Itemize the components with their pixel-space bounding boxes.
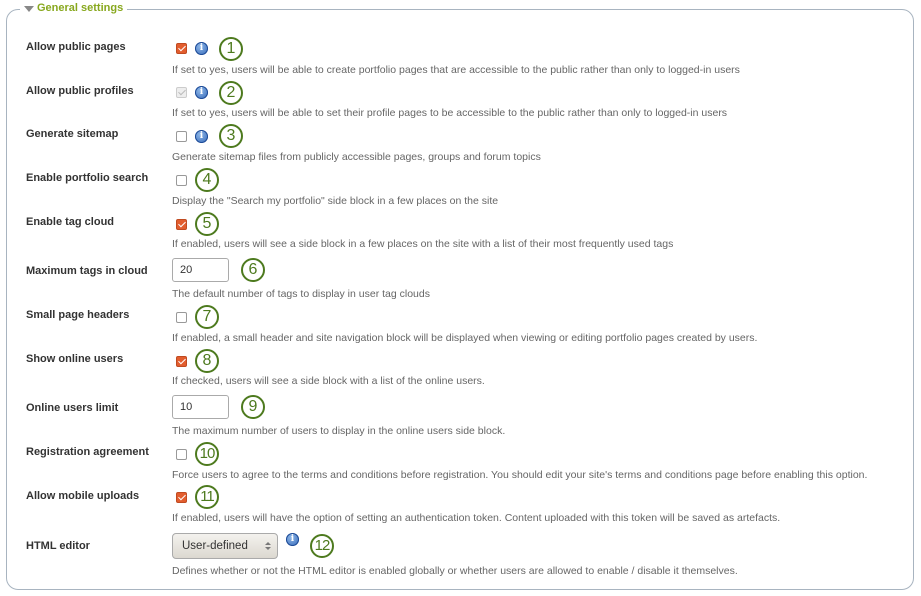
setting-checkbox[interactable] xyxy=(176,43,187,54)
setting-description: The maximum number of users to display i… xyxy=(172,425,506,437)
setting-label: Enable tag cloud xyxy=(26,216,115,228)
callout-number: 4 xyxy=(195,168,219,192)
setting-description: If set to yes, users will be able to cre… xyxy=(172,64,740,76)
setting-checkbox[interactable] xyxy=(176,175,187,186)
setting-label: Registration agreement xyxy=(26,446,149,458)
setting-checkbox[interactable] xyxy=(176,312,187,323)
callout-number: 10 xyxy=(195,442,219,466)
html-editor-select[interactable]: User-defined xyxy=(172,533,278,559)
setting-label: Enable portfolio search xyxy=(26,172,149,184)
setting-description: Force users to agree to the terms and co… xyxy=(172,469,868,481)
setting-label: Generate sitemap xyxy=(26,128,119,140)
triangle-down-icon xyxy=(24,5,34,12)
section-title: General settings xyxy=(37,2,124,14)
setting-description: If enabled, users will see a side block … xyxy=(172,238,674,250)
callout-number: 7 xyxy=(195,305,219,329)
setting-description: If enabled, users will have the option o… xyxy=(172,512,781,524)
setting-label: Show online users xyxy=(26,353,124,365)
setting-text-input[interactable] xyxy=(172,258,229,282)
callout-number: 1 xyxy=(219,37,243,61)
setting-label: Online users limit xyxy=(26,402,119,414)
callout-number: 12 xyxy=(310,534,334,558)
callout-number: 5 xyxy=(195,212,219,236)
setting-description: Generate sitemap files from publicly acc… xyxy=(172,151,541,163)
info-icon[interactable]: i xyxy=(195,86,208,99)
info-icon[interactable]: i xyxy=(195,130,208,143)
select-value: User-defined xyxy=(182,540,248,552)
setting-checkbox[interactable] xyxy=(176,219,187,230)
info-icon[interactable]: i xyxy=(195,42,208,55)
callout-number: 2 xyxy=(219,81,243,105)
setting-label: Allow public pages xyxy=(26,41,126,53)
callout-number: 6 xyxy=(241,258,265,282)
callout-number: 3 xyxy=(219,124,243,148)
setting-label: Allow public profiles xyxy=(26,85,134,97)
setting-label: HTML editor xyxy=(26,540,90,552)
info-icon[interactable]: i xyxy=(286,533,299,546)
setting-description: If enabled, a small header and site navi… xyxy=(172,332,758,344)
setting-checkbox[interactable] xyxy=(176,131,187,142)
setting-label: Maximum tags in cloud xyxy=(26,265,148,277)
callout-number: 11 xyxy=(195,485,219,509)
setting-text-input[interactable] xyxy=(172,395,229,419)
callout-number: 8 xyxy=(195,349,219,373)
setting-checkbox[interactable] xyxy=(176,449,187,460)
setting-checkbox xyxy=(176,87,187,98)
general-settings-fieldset xyxy=(6,9,914,590)
setting-checkbox[interactable] xyxy=(176,492,187,503)
setting-label: Allow mobile uploads xyxy=(26,490,140,502)
select-arrows-icon xyxy=(265,542,271,550)
setting-description: If checked, users will see a side block … xyxy=(172,375,485,387)
callout-number: 9 xyxy=(241,395,265,419)
setting-label: Small page headers xyxy=(26,309,130,321)
setting-description: Defines whether or not the HTML editor i… xyxy=(172,565,738,577)
setting-description: The default number of tags to display in… xyxy=(172,288,430,300)
setting-checkbox[interactable] xyxy=(176,356,187,367)
section-legend[interactable]: General settings xyxy=(20,2,128,14)
setting-description: Display the "Search my portfolio" side b… xyxy=(172,195,499,207)
setting-description: If set to yes, users will be able to set… xyxy=(172,107,728,119)
